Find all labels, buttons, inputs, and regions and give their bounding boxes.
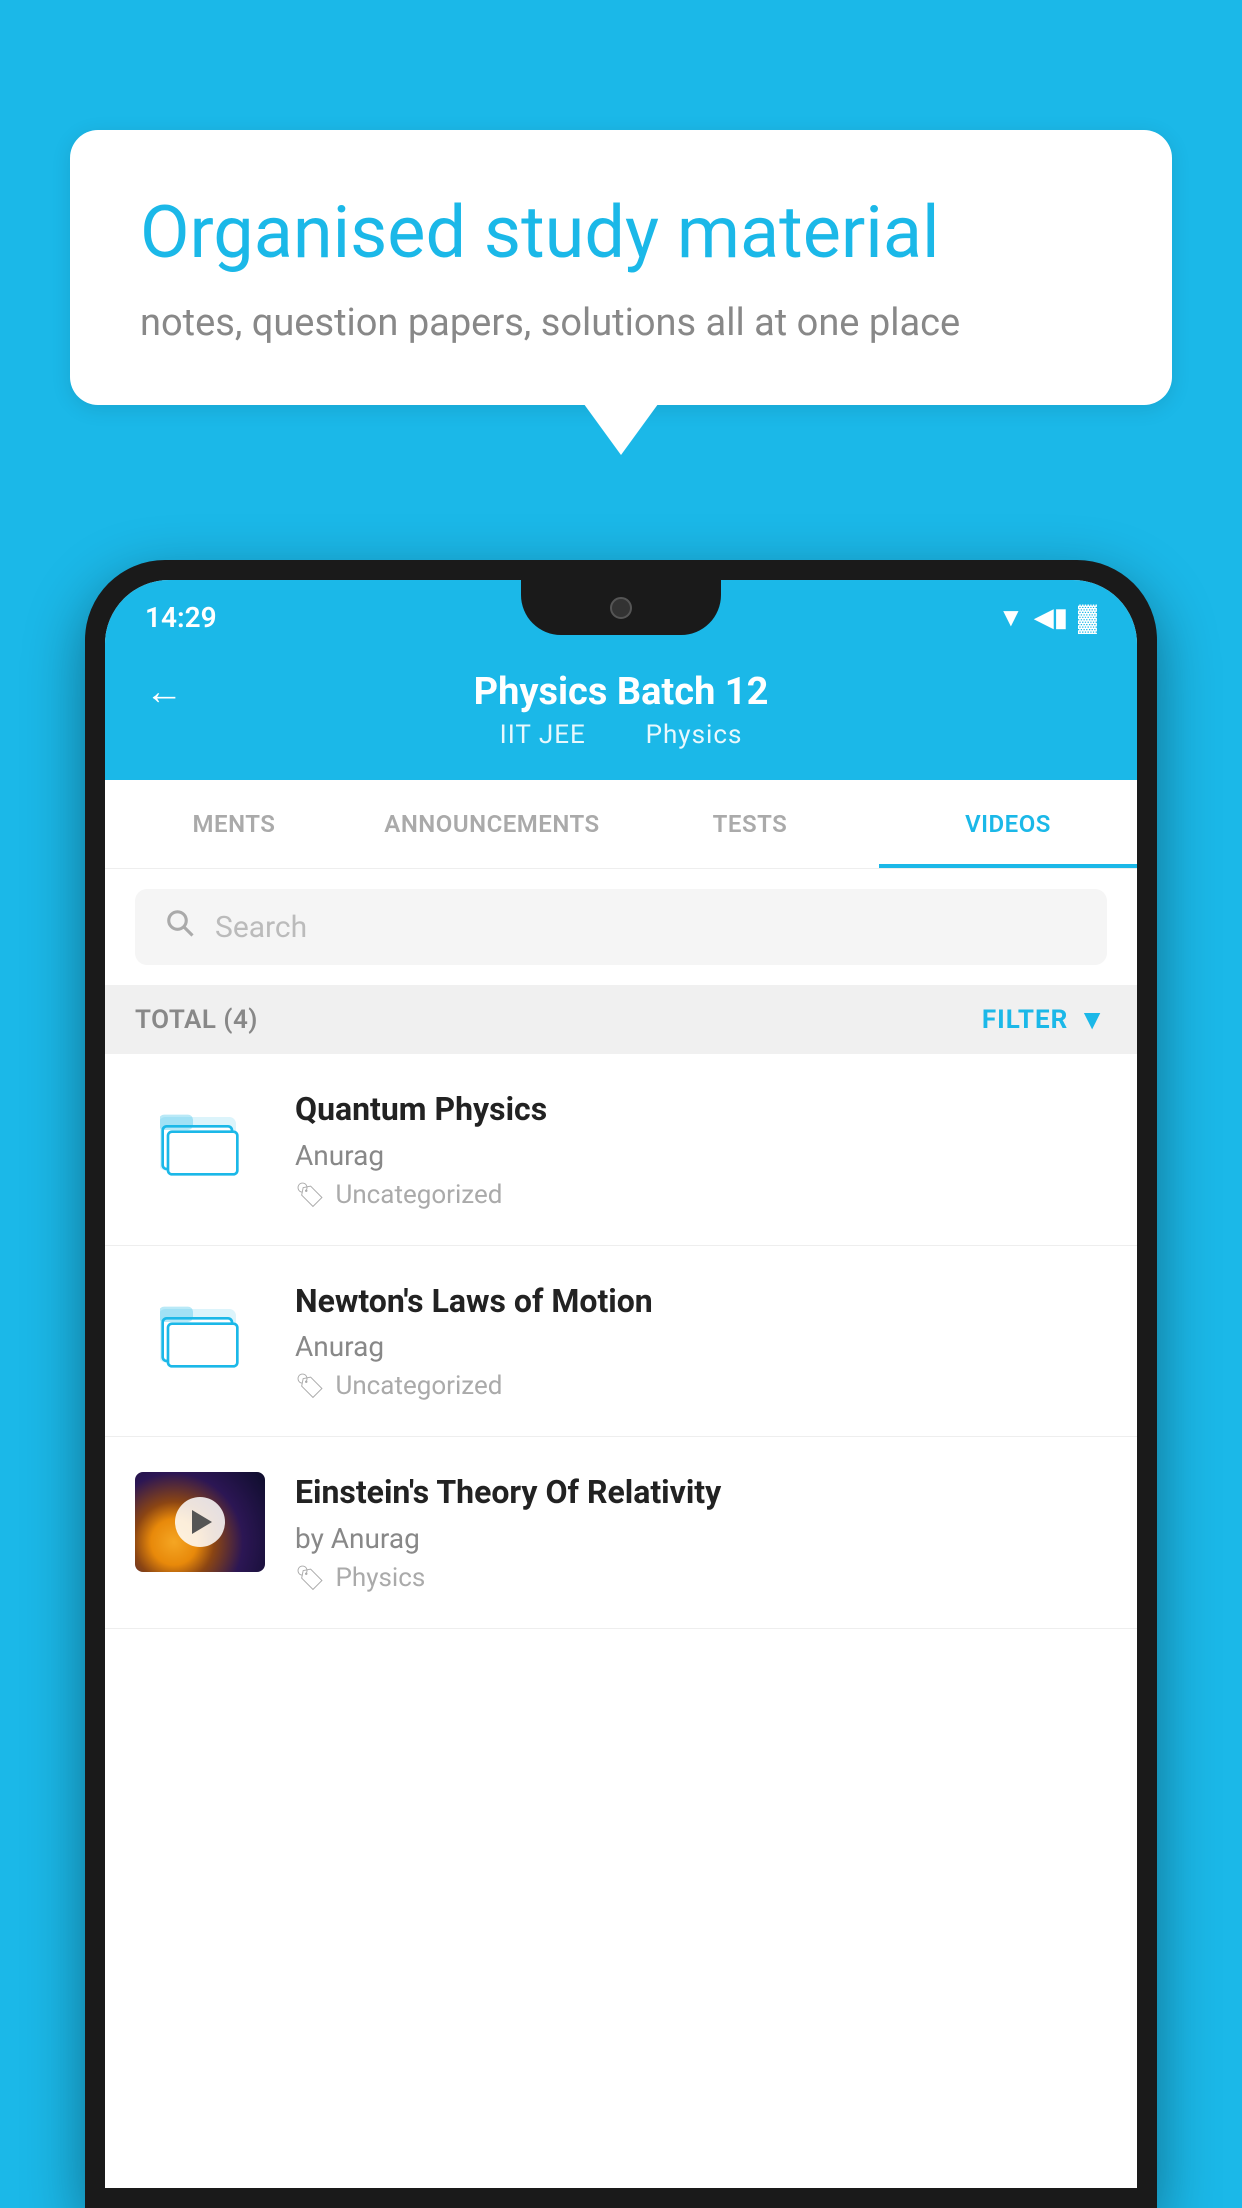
phone-inner: 14:29 ▼ ◀▮ ▓ ← Physics Batch 12 IIT JEE … (105, 580, 1137, 2188)
header-row: ← Physics Batch 12 (145, 670, 1097, 714)
search-icon (165, 907, 195, 947)
page-title: Physics Batch 12 (474, 670, 769, 714)
search-bar[interactable]: Search (135, 889, 1107, 965)
battery-icon: ▓ (1078, 602, 1097, 633)
folder-icon-wrap (135, 1089, 265, 1189)
search-container: Search (105, 869, 1137, 985)
tabs-bar: MENTS ANNOUNCEMENTS TESTS VIDEOS (105, 780, 1137, 869)
list-item[interactable]: Quantum Physics Anurag 🏷 Uncategorized (105, 1054, 1137, 1246)
batch-category: IIT JEE (500, 720, 586, 750)
tab-announcements[interactable]: ANNOUNCEMENTS (363, 780, 621, 868)
phone-notch (521, 580, 721, 635)
status-icons: ▼ ◀▮ ▓ (998, 602, 1097, 633)
tab-tests[interactable]: TESTS (621, 780, 879, 868)
video-info: Quantum Physics Anurag 🏷 Uncategorized (295, 1089, 1107, 1210)
speech-bubble-wrap: Organised study material notes, question… (70, 130, 1172, 405)
batch-subject: Physics (646, 720, 743, 750)
tag-icon: 🏷 (295, 1372, 325, 1400)
folder-icon-wrap (135, 1281, 265, 1381)
tag-icon: 🏷 (295, 1564, 325, 1592)
tag-icon: 🏷 (295, 1181, 325, 1209)
search-placeholder: Search (215, 910, 307, 945)
video-tag: 🏷 Uncategorized (295, 1371, 1107, 1401)
speech-bubble: Organised study material notes, question… (70, 130, 1172, 405)
video-list: Quantum Physics Anurag 🏷 Uncategorized (105, 1054, 1137, 1629)
filter-row: TOTAL (4) FILTER ▼ (105, 985, 1137, 1054)
list-item[interactable]: Newton's Laws of Motion Anurag 🏷 Uncateg… (105, 1246, 1137, 1438)
camera-dot (610, 597, 632, 619)
status-time: 14:29 (145, 601, 217, 634)
filter-button[interactable]: FILTER ▼ (982, 1003, 1107, 1036)
video-author: Anurag (295, 1330, 1107, 1363)
wifi-icon: ▼ (998, 602, 1024, 633)
app-header: ← Physics Batch 12 IIT JEE Physics (105, 650, 1137, 780)
phone-frame: 14:29 ▼ ◀▮ ▓ ← Physics Batch 12 IIT JEE … (85, 560, 1157, 2208)
video-author: Anurag (295, 1139, 1107, 1172)
back-button[interactable]: ← (145, 670, 183, 714)
header-subtitle: IIT JEE Physics (485, 720, 758, 750)
video-info: Newton's Laws of Motion Anurag 🏷 Uncateg… (295, 1281, 1107, 1402)
video-title: Einstein's Theory Of Relativity (295, 1472, 1107, 1514)
bubble-subtitle: notes, question papers, solutions all at… (140, 301, 1102, 345)
video-author: by Anurag (295, 1522, 1107, 1555)
video-thumbnail (135, 1472, 265, 1572)
video-title: Quantum Physics (295, 1089, 1107, 1131)
tab-ments[interactable]: MENTS (105, 780, 363, 868)
video-title: Newton's Laws of Motion (295, 1281, 1107, 1323)
list-item[interactable]: Einstein's Theory Of Relativity by Anura… (105, 1437, 1137, 1629)
video-tag: 🏷 Physics (295, 1563, 1107, 1593)
tab-videos[interactable]: VIDEOS (879, 780, 1137, 868)
total-count: TOTAL (4) (135, 1005, 258, 1035)
bubble-title: Organised study material (140, 190, 1102, 276)
filter-icon: ▼ (1078, 1003, 1107, 1036)
play-triangle-icon (192, 1510, 212, 1534)
video-tag: 🏷 Uncategorized (295, 1180, 1107, 1210)
video-info: Einstein's Theory Of Relativity by Anura… (295, 1472, 1107, 1593)
signal-icon: ◀▮ (1034, 603, 1068, 633)
play-button[interactable] (175, 1497, 225, 1547)
